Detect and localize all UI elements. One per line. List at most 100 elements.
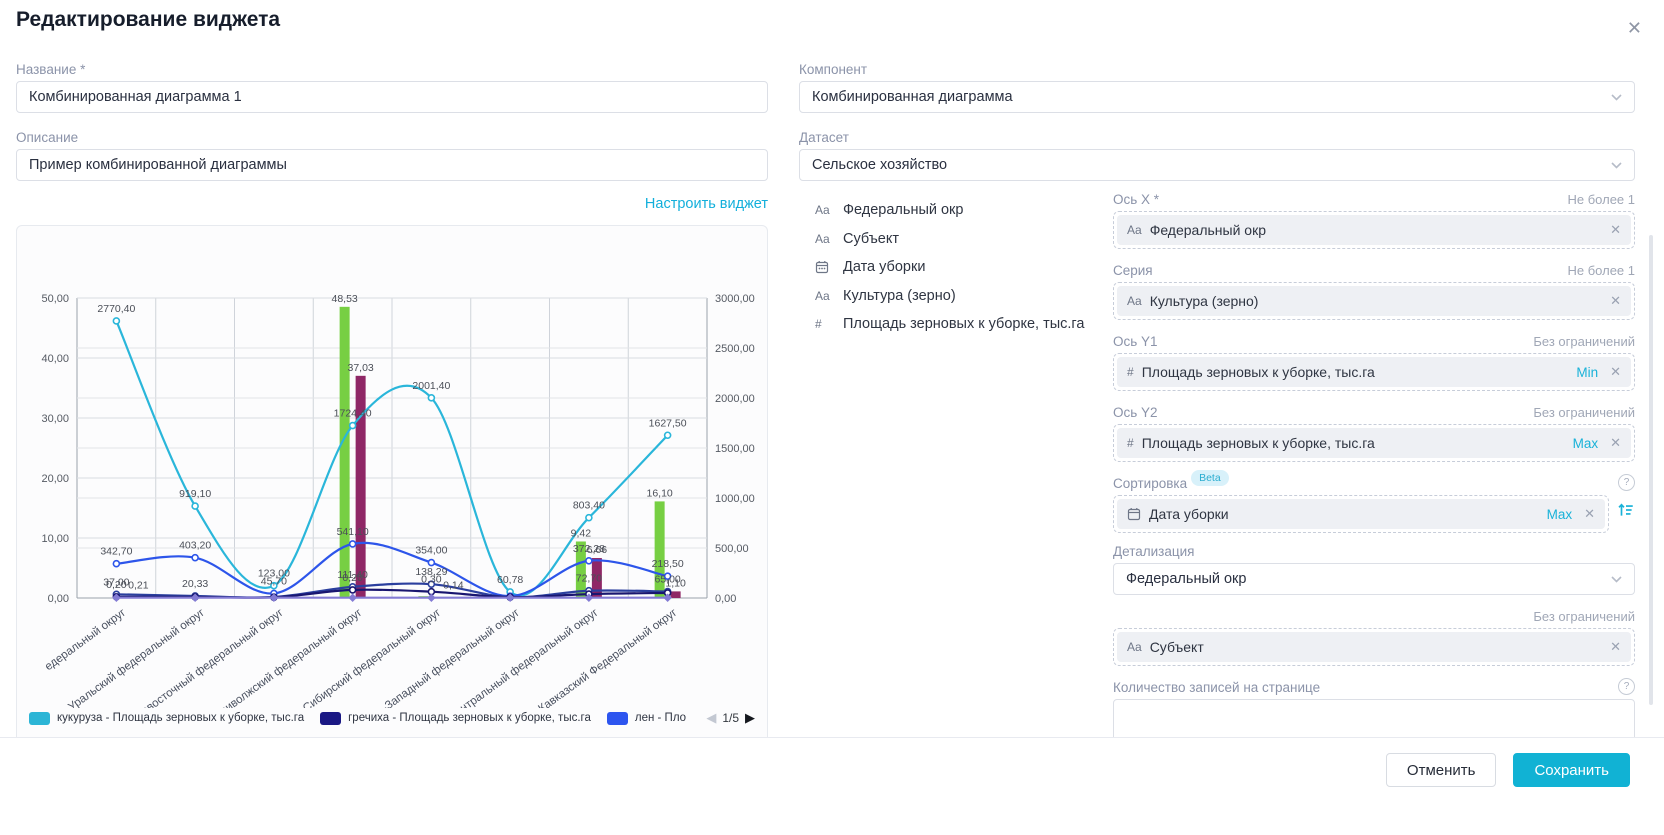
legend-item[interactable]: кукуруза - Площадь зерновых к уборке, ты…: [29, 712, 304, 725]
help-icon[interactable]: ?: [1618, 474, 1635, 491]
series-limit: Не более 1: [1567, 263, 1635, 278]
remove-icon[interactable]: ✕: [1610, 639, 1621, 655]
svg-text:2770,40: 2770,40: [97, 303, 135, 315]
records-per-page-label: Количество записей на странице: [1113, 680, 1320, 695]
svg-text:0,30: 0,30: [421, 574, 442, 586]
breakdown-dropzone[interactable]: Aa Субъект ✕: [1113, 628, 1635, 666]
detail-label: Детализация: [1113, 544, 1635, 559]
svg-text:72,70: 72,70: [576, 573, 602, 585]
dataset-select[interactable]: Сельское хозяйство: [799, 149, 1635, 181]
legend-page-indicator: 1/5: [722, 711, 739, 725]
field-item-subekt[interactable]: Aa Субъект: [815, 225, 1105, 254]
svg-text:354,00: 354,00: [415, 545, 447, 557]
sorting-chip[interactable]: Дата уборки Max ✕: [1117, 499, 1605, 529]
svg-text:Приволжский федеральный округ: Приволжский федеральный округ: [211, 607, 364, 708]
axis-y2-label: Ось Y2: [1113, 405, 1158, 420]
svg-text:218,50: 218,50: [652, 558, 684, 570]
detail-select[interactable]: Федеральный окр: [1113, 563, 1635, 595]
svg-text:40,00: 40,00: [41, 353, 69, 365]
field-item-ploshchad[interactable]: # Площадь зерновых к уборке, тыс.га: [815, 310, 1105, 339]
calendar-icon: [815, 260, 835, 274]
svg-text:30,00: 30,00: [41, 413, 69, 425]
cancel-button[interactable]: Отменить: [1386, 753, 1497, 787]
axis-y1-limit: Без ограничений: [1533, 334, 1635, 349]
chip-label: Федеральный окр: [1150, 222, 1266, 238]
svg-text:65,00: 65,00: [654, 574, 680, 586]
svg-text:342,70: 342,70: [100, 546, 132, 558]
legend-item[interactable]: гречиха - Площадь зерновых к уборке, тыс…: [320, 712, 591, 725]
component-value: Комбинированная диаграмма: [812, 89, 1013, 105]
axis-y1-chip[interactable]: # Площадь зерновых к уборке, тыс.га Min …: [1117, 357, 1631, 387]
svg-text:803,40: 803,40: [573, 500, 605, 512]
axis-x-chip[interactable]: Aa Федеральный окр ✕: [1117, 215, 1631, 245]
legend-label: гречиха - Площадь зерновых к уборке, тыс…: [348, 712, 591, 724]
help-icon[interactable]: ?: [1618, 678, 1635, 695]
svg-text:20,33: 20,33: [182, 578, 208, 590]
axis-y2-dropzone[interactable]: # Площадь зерновых к уборке, тыс.га Max …: [1113, 424, 1635, 462]
svg-text:0,21: 0,21: [128, 580, 149, 592]
beta-badge: Beta: [1191, 470, 1229, 486]
remove-icon[interactable]: ✕: [1610, 222, 1621, 238]
dialog-title: Редактирование виджета: [16, 8, 280, 32]
text-field-icon: Aa: [815, 203, 835, 217]
chip-label: Субъект: [1150, 639, 1204, 655]
text-field-icon: Aa: [1127, 640, 1142, 654]
configure-widget-link[interactable]: Настроить виджет: [645, 196, 768, 212]
series-swatch-cyan: [29, 712, 50, 725]
remove-icon[interactable]: ✕: [1610, 435, 1621, 451]
svg-text:9,42: 9,42: [571, 527, 592, 539]
svg-text:0,00: 0,00: [715, 593, 736, 605]
axis-y1-dropzone[interactable]: # Площадь зерновых к уборке, тыс.га Min …: [1113, 353, 1635, 391]
axis-x-limit: Не более 1: [1567, 192, 1635, 207]
legend-item[interactable]: лен - Пло: [607, 712, 686, 725]
text-field-icon: Aa: [1127, 223, 1142, 237]
svg-text:403,20: 403,20: [179, 540, 211, 552]
field-label: Федеральный окр: [843, 202, 963, 218]
svg-text:919,10: 919,10: [179, 488, 211, 500]
sort-direction-icon[interactable]: [1617, 501, 1635, 524]
breakdown-chip[interactable]: Aa Субъект ✕: [1117, 632, 1631, 662]
legend-prev-icon[interactable]: ◀: [706, 710, 716, 726]
series-chip[interactable]: Aa Культура (зерно) ✕: [1117, 286, 1631, 316]
remove-icon[interactable]: ✕: [1610, 293, 1621, 309]
axis-y2-chip[interactable]: # Площадь зерновых к уборке, тыс.га Max …: [1117, 428, 1631, 458]
aggregation-selector[interactable]: Min: [1576, 365, 1598, 380]
legend-label: кукуруза - Площадь зерновых к уборке, ты…: [57, 712, 304, 724]
svg-text:50,00: 50,00: [41, 293, 69, 305]
sorting-label: СортировкаBeta: [1113, 476, 1229, 491]
field-item-data-uborki[interactable]: Дата уборки: [815, 253, 1105, 282]
svg-text:Уральский федеральный округ: Уральский федеральный округ: [66, 607, 207, 708]
series-dropzone[interactable]: Aa Культура (зерно) ✕: [1113, 282, 1635, 320]
text-field-icon: Aa: [815, 289, 835, 303]
widget-description-input[interactable]: [16, 149, 768, 181]
remove-icon[interactable]: ✕: [1610, 364, 1621, 380]
chart-legend: кукуруза - Площадь зерновых к уборке, ты…: [17, 708, 767, 726]
field-label: Культура (зерно): [843, 288, 956, 304]
close-icon[interactable]: ✕: [1621, 18, 1648, 38]
dialog-footer: Отменить Сохранить: [0, 737, 1664, 835]
svg-text:1627,50: 1627,50: [649, 417, 687, 429]
field-item-kultura[interactable]: Aa Культура (зерно): [815, 282, 1105, 311]
number-field-icon: #: [815, 317, 835, 331]
svg-text:0,00: 0,00: [48, 593, 69, 605]
component-select[interactable]: Комбинированная диаграмма: [799, 81, 1635, 113]
aggregation-selector[interactable]: Max: [1573, 436, 1599, 451]
axis-x-dropzone[interactable]: Aa Федеральный окр ✕: [1113, 211, 1635, 249]
save-button[interactable]: Сохранить: [1513, 753, 1630, 787]
remove-icon[interactable]: ✕: [1584, 506, 1595, 522]
svg-text:37,03: 37,03: [347, 362, 373, 374]
chevron-down-icon: [1611, 94, 1622, 101]
svg-text:едеральный округ: едеральный округ: [43, 607, 128, 674]
svg-text:60,78: 60,78: [497, 574, 523, 586]
sorting-dropzone[interactable]: Дата уборки Max ✕: [1113, 495, 1609, 533]
svg-text:Центральный федеральный округ: Центральный федеральный округ: [446, 607, 601, 708]
number-field-icon: #: [1127, 365, 1134, 379]
field-item-federalnyj-okr[interactable]: Aa Федеральный окр: [815, 196, 1105, 225]
aggregation-selector[interactable]: Max: [1547, 507, 1573, 522]
svg-text:10,00: 10,00: [41, 533, 69, 545]
scrollbar[interactable]: [1649, 235, 1653, 705]
combo-chart: 0,0010,0020,0030,0040,0050,000,00500,001…: [17, 226, 767, 708]
legend-next-icon[interactable]: ▶: [745, 710, 755, 726]
widget-name-input[interactable]: [16, 81, 768, 113]
detail-value: Федеральный окр: [1126, 571, 1246, 587]
